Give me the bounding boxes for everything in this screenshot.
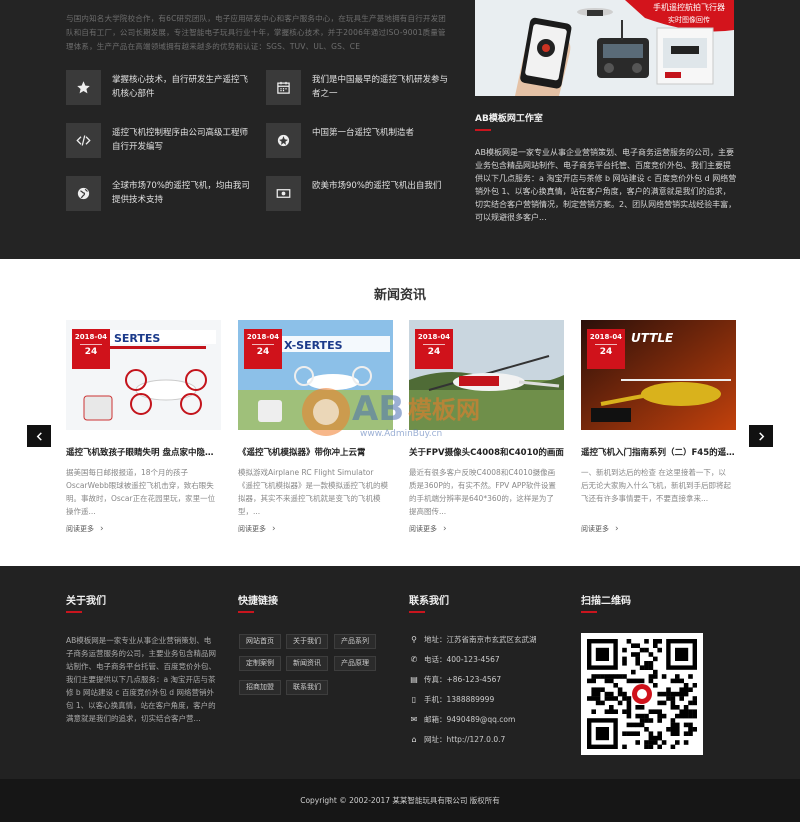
footer-qr-title: 扫描二维码 [581,596,631,607]
feature-text: 中国第一台遥控飞机制造者 [312,128,415,138]
hero-banner-image: 手机遥控航拍飞行器 实时图像回传 [475,0,734,96]
contact-fax: ▤ 传真：+86-123-4567 [410,675,502,684]
contact-address: ⚲ 地址：江苏省南京市玄武区玄武湖 [409,634,536,646]
news-date-badge: 2018-04 24 [587,329,625,369]
quick-link[interactable]: 招商加盟 [239,680,281,695]
carousel-next-button[interactable] [749,425,773,447]
accent-divider [475,129,491,131]
quick-link[interactable]: 产品原理 [334,656,376,671]
read-more-link[interactable]: 阅读更多 › [581,524,619,534]
news-excerpt: 一、新机到达后的检查 在这里接着一下，以后无论大家购入什么飞机，新机到手后即将起… [581,468,731,503]
news-date-badge: 2018-04 24 [72,329,110,369]
mail-icon: ✉ [410,715,418,724]
news-title[interactable]: 遥控飞机致孩子眼睛失明 盘点家中隐藏的高危隐患 [66,446,221,458]
quick-link[interactable]: 定制案例 [239,656,281,671]
feature-item: 全球市场70%的遥控飞机，均由我司提供技术支持 [66,176,256,214]
carousel-prev-button[interactable] [27,425,51,447]
svg-text:X-SERTES: X-SERTES [284,339,343,352]
chevron-right-icon [758,431,764,441]
feature-text: 掌握核心技术，自行研发生产遥控飞机核心部件 [112,75,249,99]
news-card[interactable]: 2018-04 24 关于FPV摄像头C4008和C4010的画面 最近有很多客… [409,320,564,550]
globe-icon [66,176,101,211]
contact-mobile: ▯ 手机：1388889999 [409,694,494,706]
footer-contact-title: 联系我们 [409,596,449,607]
phone-icon: ✆ [410,655,418,664]
feature-item: 中国第一台遥控飞机制造者 [266,123,456,161]
accent-divider [581,611,597,613]
accent-divider [409,611,425,613]
money-icon [266,176,301,211]
news-title[interactable]: 关于FPV摄像头C4008和C4010的画面 [409,446,564,458]
quick-link[interactable]: 联系我们 [286,680,328,695]
footer-links-title: 快捷链接 [238,596,278,607]
fax-icon: ▤ [410,675,418,684]
home-icon: ⌂ [411,735,417,744]
calendar-icon [266,70,301,105]
chevron-right-icon: › [615,524,619,534]
qr-code-image [581,633,703,755]
quick-link[interactable]: 新闻资讯 [286,656,328,671]
news-date-badge: 2018-04 24 [244,329,282,369]
accent-divider [238,611,254,613]
contact-email[interactable]: ✉ 邮箱：9490489@qq.com [409,714,516,726]
star-icon [66,70,101,105]
mobile-icon: ▯ [411,695,417,704]
accent-divider [66,611,82,613]
aperture-icon [266,123,301,158]
chevron-right-icon: › [443,524,447,534]
read-more-link[interactable]: 阅读更多 › [238,524,276,534]
news-title[interactable]: 遥控飞机入门指南系列（二）F45的遥控说明 [581,446,736,458]
read-more-link[interactable]: 阅读更多 › [66,524,104,534]
news-card[interactable]: SERTES 2018-04 24 遥控飞机致孩子眼睛失明 盘点家中隐藏的高危隐… [66,320,221,550]
feature-text: 欧美市场90%的遥控飞机出自我们 [312,181,442,191]
news-section-title: 新闻资讯 [373,288,426,303]
feature-item: 我们是中国最早的遥控飞机研发参与者之一 [266,70,456,108]
quick-link[interactable]: 关于我们 [286,634,328,649]
news-excerpt: 模拟游戏Airplane RC Flight Simulator《遥控飞机模拟器… [238,468,388,516]
feature-text: 全球市场70%的遥控飞机，均由我司提供技术支持 [112,181,250,205]
about-title: AB模板网工作室 [475,114,543,124]
code-icon [66,123,101,158]
news-title[interactable]: 《遥控飞机模拟器》带你冲上云霄 [238,446,393,458]
location-icon: ⚲ [411,635,417,644]
chevron-left-icon [36,431,42,441]
quick-link[interactable]: 产品系列 [334,634,376,649]
svg-text:UTTLE: UTTLE [631,331,674,345]
intro-text: 与国内知名大学院校合作，有6C研究团队，电子应用研发中心和客户服务中心，在玩具生… [66,14,447,51]
hero-banner-text: 手机遥控航拍飞行器 [653,2,725,12]
news-date-badge: 2018-04 24 [415,329,453,369]
feature-text: 我们是中国最早的遥控飞机研发参与者之一 [312,75,449,99]
news-card[interactable]: UTTLE 2018-04 24 遥控飞机入门指南系列（二）F45的遥控说明 一… [581,320,736,550]
quick-link[interactable]: 网站首页 [239,634,281,649]
svg-text:SERTES: SERTES [114,332,160,345]
news-excerpt: 据美国每日邮报报道，18个月的孩子OscarWebb眼球被遥控飞机击穿，致右眼失… [66,468,216,516]
read-more-link[interactable]: 阅读更多 › [409,524,447,534]
feature-item: 掌握核心技术，自行研发生产遥控飞机核心部件 [66,70,256,108]
contact-phone: ✆ 电话：400-123-4567 [410,655,500,664]
about-text: AB模板网是一家专业从事企业营销策划、电子商务运营服务的公司，主要业务包含精品网… [475,148,737,222]
footer-about-title: 关于我们 [66,596,106,607]
contact-website[interactable]: ⌂ 网址：http://127.0.0.7 [409,734,505,746]
footer-about-text: AB模板网是一家专业从事企业营销策划、电子商务运营服务的公司，主要业务包含精品网… [66,636,216,723]
chevron-right-icon: › [100,524,104,534]
news-excerpt: 最近有很多客户反映C4008和C4010摄像画质是360P的，有实不然。FPV … [409,468,556,516]
feature-item: 欧美市场90%的遥控飞机出自我们 [266,176,456,214]
chevron-right-icon: › [272,524,276,534]
hero-banner-sub: 实时图像回传 [668,15,710,24]
feature-item: 遥控飞机控制程序由公司高级工程师自行开发编写 [66,123,256,161]
news-card[interactable]: X-SERTES 2018-04 24 《遥控飞机模拟器》带你冲上云霄 模拟游戏… [238,320,393,550]
copyright-text: Copyright © 2002-2017 某某智能玩具有限公司 版权所有 [0,779,800,822]
feature-text: 遥控飞机控制程序由公司高级工程师自行开发编写 [112,128,249,152]
